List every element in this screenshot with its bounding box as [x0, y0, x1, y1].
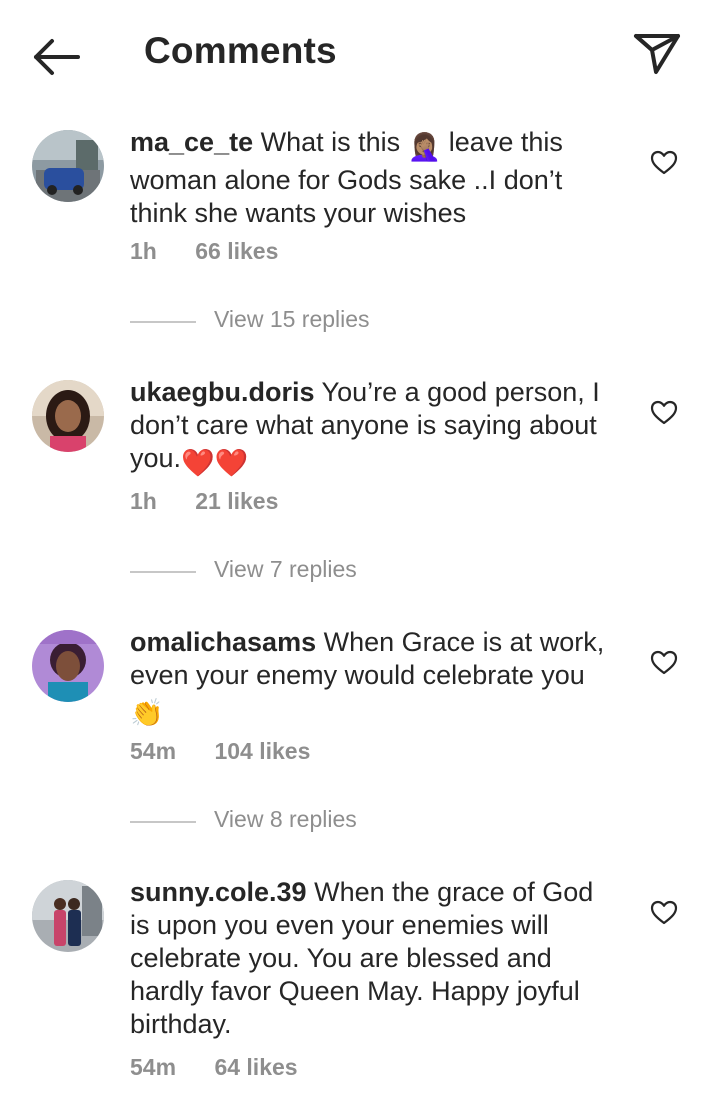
- comment-likes[interactable]: 64 likes: [214, 1054, 297, 1081]
- view-replies-label: View 7 replies: [214, 556, 357, 582]
- comment-username[interactable]: ukaegbu.doris: [130, 377, 315, 407]
- replies-divider: [130, 571, 196, 573]
- comment-username[interactable]: omalichasams: [130, 627, 316, 657]
- comment-text: ukaegbu.doris You’re a good person, I do…: [130, 376, 616, 480]
- comment-meta: 1h 21 likes: [130, 488, 278, 515]
- comment-text: sunny.cole.39 When the grace of God is u…: [130, 876, 616, 1041]
- view-replies-button[interactable]: View 7 replies: [130, 556, 380, 586]
- comment-time: 1h: [130, 238, 157, 264]
- comment-likes[interactable]: 21 likes: [195, 488, 278, 515]
- heart-icon: [650, 900, 678, 925]
- arrow-left-icon: [34, 39, 80, 75]
- comment-meta: 54m 104 likes: [130, 738, 310, 765]
- comment-likes[interactable]: 66 likes: [195, 238, 278, 265]
- hearts-emoji: ❤️❤️: [181, 448, 249, 478]
- comment-username[interactable]: sunny.cole.39: [130, 877, 307, 907]
- comment-body: What is this: [253, 127, 408, 157]
- heart-icon: [650, 150, 678, 175]
- paper-plane-icon: [634, 34, 680, 74]
- avatar[interactable]: [32, 630, 104, 702]
- like-button[interactable]: [650, 150, 678, 176]
- share-button[interactable]: [630, 30, 684, 76]
- facepalm-emoji: 🤦🏽‍♀️: [407, 132, 442, 162]
- view-replies-label: View 8 replies: [214, 806, 357, 832]
- replies-divider: [130, 321, 196, 323]
- comment-text: ma_ce_te What is this 🤦🏽‍♀️ leave this w…: [130, 126, 616, 230]
- like-button[interactable]: [650, 900, 678, 926]
- heart-icon: [650, 650, 678, 675]
- like-button[interactable]: [650, 650, 678, 676]
- comment-text: omalichasams When Grace is at work, even…: [130, 626, 616, 730]
- comment-meta: 54m 64 likes: [130, 1054, 298, 1081]
- like-button[interactable]: [650, 400, 678, 426]
- comment-meta: 1h 66 likes: [130, 238, 278, 265]
- back-button[interactable]: [28, 32, 84, 80]
- view-replies-button[interactable]: View 8 replies: [130, 806, 380, 836]
- comment-time: 54m: [130, 738, 177, 764]
- view-replies-label: View 15 replies: [214, 306, 370, 332]
- comment-time: 1h: [130, 488, 157, 514]
- view-replies-button[interactable]: View 15 replies: [130, 306, 390, 336]
- comment-username[interactable]: ma_ce_te: [130, 127, 253, 157]
- heart-icon: [650, 400, 678, 425]
- page-title: Comments: [144, 30, 337, 71]
- avatar[interactable]: [32, 880, 104, 952]
- comment-time: 54m: [130, 1054, 177, 1080]
- comment-likes[interactable]: 104 likes: [214, 738, 310, 765]
- clapping-emoji: 👏: [130, 698, 164, 728]
- avatar[interactable]: [32, 380, 104, 452]
- replies-divider: [130, 821, 196, 823]
- avatar[interactable]: [32, 130, 104, 202]
- header: Comments: [0, 0, 720, 110]
